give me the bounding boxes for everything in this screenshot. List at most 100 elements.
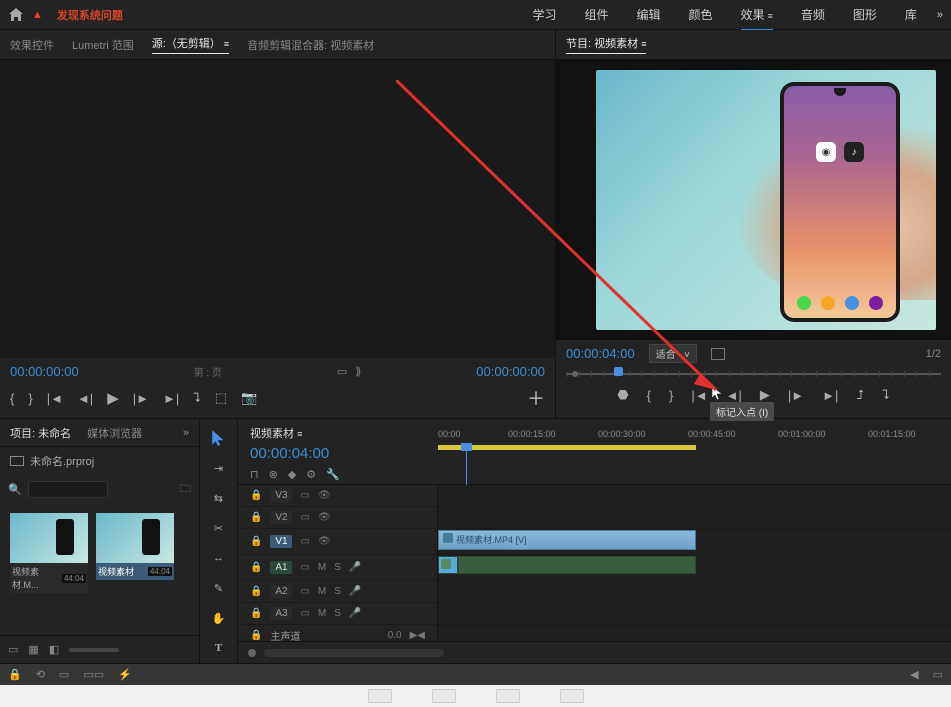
- track-select-tool-icon[interactable]: ⇥: [210, 459, 228, 477]
- timeline-ruler[interactable]: 00:00 00:00:15:00 00:00:30:00 00:00:45:0…: [438, 419, 951, 484]
- status-icon[interactable]: ▭: [59, 668, 69, 681]
- solo-icon[interactable]: S: [334, 562, 341, 573]
- toggle-output-icon[interactable]: ▭: [300, 562, 309, 573]
- overflow-button[interactable]: »: [937, 9, 943, 21]
- settings-icon[interactable]: ⚙: [306, 468, 316, 481]
- list-view-icon[interactable]: ▭: [8, 643, 18, 656]
- workspace-color[interactable]: 颜色: [689, 6, 713, 23]
- play-icon[interactable]: ▶: [760, 387, 770, 403]
- zoom-out-icon[interactable]: [248, 649, 256, 657]
- thumb-size-slider[interactable]: [69, 648, 119, 652]
- tab-program[interactable]: 节目: 视频素材 ≡: [566, 35, 646, 54]
- lock-icon[interactable]: 🔒: [250, 512, 262, 523]
- icon-view-icon[interactable]: ▦: [28, 643, 38, 656]
- voice-icon[interactable]: 🎤: [349, 562, 361, 573]
- status-icon[interactable]: ⟲: [36, 668, 45, 681]
- zoom-slider[interactable]: [264, 649, 444, 657]
- source-page-drop[interactable]: 第 : 页: [194, 364, 222, 379]
- toggle-output-icon[interactable]: ▭: [300, 490, 309, 501]
- search-input[interactable]: [28, 481, 108, 498]
- goto-out-icon[interactable]: ►|: [163, 391, 179, 406]
- insert-icon[interactable]: ⮧: [193, 390, 201, 406]
- goto-in-icon[interactable]: |◄: [47, 391, 63, 406]
- add-marker-icon[interactable]: ⬣: [617, 387, 628, 403]
- audio-clip-cut[interactable]: [438, 556, 458, 574]
- zoom-fit-dropdown[interactable]: 适合 ˅: [649, 344, 697, 363]
- step-back-icon[interactable]: ◄|: [726, 388, 742, 403]
- sequence-name[interactable]: 视频素材: [250, 428, 294, 440]
- workspace-editing[interactable]: 编辑: [637, 6, 661, 23]
- scrub-dot[interactable]: [572, 371, 578, 377]
- workspace-library[interactable]: 库: [905, 6, 917, 23]
- eye-icon[interactable]: 👁: [318, 536, 331, 547]
- ripple-edit-tool-icon[interactable]: ⇆: [210, 489, 228, 507]
- workspace-effects[interactable]: 效果≡: [741, 6, 773, 23]
- audio-clip[interactable]: [458, 556, 696, 574]
- workspace-graphics[interactable]: 图形: [853, 6, 877, 23]
- lock-status-icon[interactable]: 🔒: [8, 668, 22, 681]
- workspace-audio[interactable]: 音频: [801, 6, 825, 23]
- home-icon[interactable]: [8, 7, 24, 23]
- marker-icon[interactable]: ◆: [288, 468, 296, 481]
- goto-out-icon[interactable]: ►|: [822, 388, 838, 403]
- lock-icon[interactable]: 🔒: [250, 586, 262, 597]
- clip-thumb[interactable]: 视频素材44:04: [96, 513, 174, 625]
- source-optbtn-1[interactable]: ▭: [337, 365, 347, 378]
- mark-out-icon[interactable]: }: [28, 391, 32, 406]
- workspace-assembly[interactable]: 组件: [585, 6, 609, 23]
- work-area-bar[interactable]: [438, 445, 696, 450]
- source-optbtn-2[interactable]: ⟫: [355, 365, 361, 378]
- lock-icon[interactable]: 🔒: [250, 608, 262, 619]
- mute-icon[interactable]: M: [318, 562, 326, 573]
- status-icon[interactable]: ▭▭: [83, 668, 104, 681]
- razor-tool-icon[interactable]: ✂: [210, 519, 228, 537]
- taskbar-item[interactable]: [560, 689, 584, 703]
- step-fwd-icon[interactable]: |►: [788, 388, 804, 403]
- source-tc-right[interactable]: 00:00:00:00: [476, 364, 545, 379]
- pen-tool-icon[interactable]: ✎: [210, 579, 228, 597]
- timeline-playhead[interactable]: [461, 443, 472, 453]
- export-frame-icon[interactable]: 📷: [241, 390, 257, 406]
- eye-icon[interactable]: 👁: [318, 490, 331, 501]
- toggle-output-icon[interactable]: ▭: [300, 586, 309, 597]
- taskbar-item[interactable]: [496, 689, 520, 703]
- source-tc-left[interactable]: 00:00:00:00: [10, 364, 79, 379]
- overwrite-icon[interactable]: ⬚: [215, 390, 227, 406]
- lock-icon[interactable]: 🔒: [250, 562, 262, 573]
- project-root[interactable]: 未命名.prproj: [0, 447, 199, 475]
- linked-sel-icon[interactable]: ⊗: [269, 468, 278, 481]
- wrench-icon[interactable]: 🔧: [326, 468, 340, 481]
- add-button-icon[interactable]: ＋: [527, 385, 545, 411]
- play-icon[interactable]: ▶: [107, 389, 119, 407]
- tab-lumetri-scopes[interactable]: Lumetri 范围: [72, 37, 134, 53]
- new-bin-icon[interactable]: 🗀: [180, 480, 191, 499]
- lock-icon[interactable]: 🔒: [250, 490, 262, 501]
- lock-icon[interactable]: 🔒: [250, 536, 262, 547]
- eye-icon[interactable]: 👁: [318, 512, 331, 523]
- status-icon[interactable]: ⚡: [118, 668, 132, 681]
- toggle-output-icon[interactable]: ▭: [300, 512, 309, 523]
- tab-source-noclip[interactable]: 源:（无剪辑） ≡: [152, 35, 229, 54]
- tab-effect-controls[interactable]: 效果控件: [10, 37, 54, 53]
- resolution-label[interactable]: 1/2: [926, 348, 941, 360]
- type-tool-icon[interactable]: T: [210, 639, 228, 657]
- program-scrubber[interactable]: [566, 367, 941, 381]
- status-icon[interactable]: ◀: [910, 668, 918, 681]
- solo-icon[interactable]: S: [334, 608, 341, 619]
- goto-in-icon[interactable]: |◄: [691, 388, 707, 403]
- tab-audio-clip-mixer[interactable]: 音频剪辑混合器: 视频素材: [247, 37, 374, 53]
- tab-media-browser[interactable]: 媒体浏览器: [87, 425, 142, 441]
- freeform-view-icon[interactable]: ◧: [49, 643, 59, 656]
- toggle-output-icon[interactable]: ▭: [300, 608, 309, 619]
- taskbar-item[interactable]: [368, 689, 392, 703]
- mark-in-icon[interactable]: {: [647, 388, 651, 403]
- lock-icon[interactable]: 🔒: [250, 630, 262, 641]
- mark-out-icon[interactable]: }: [669, 388, 673, 403]
- mute-icon[interactable]: M: [318, 586, 326, 597]
- extract-icon[interactable]: ⮧: [882, 387, 890, 403]
- mark-in-icon[interactable]: {: [10, 391, 14, 406]
- hand-tool-icon[interactable]: ✋: [210, 609, 228, 627]
- slip-tool-icon[interactable]: ↔: [210, 549, 228, 567]
- step-back-icon[interactable]: ◄|: [77, 391, 93, 406]
- mute-icon[interactable]: M: [318, 608, 326, 619]
